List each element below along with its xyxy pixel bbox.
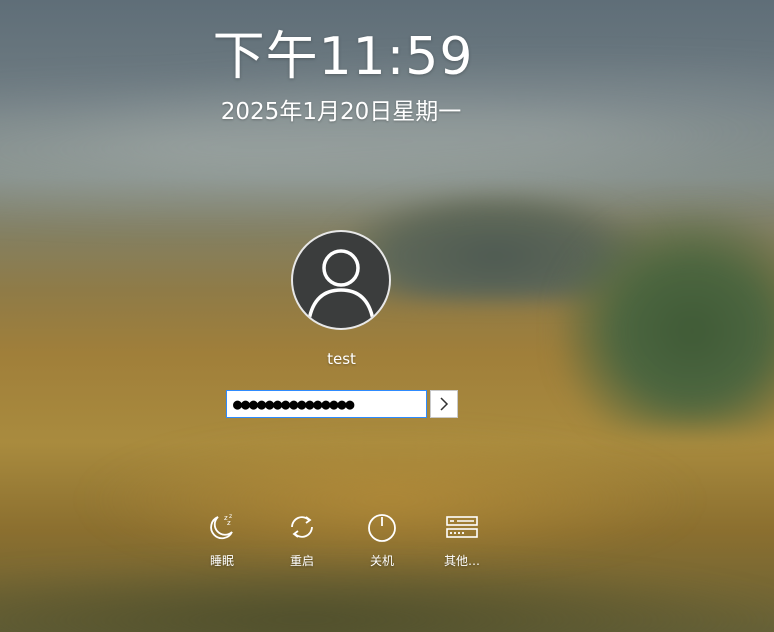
clock-time: 下午11:59 <box>212 27 474 87</box>
user-avatar-icon[interactable] <box>291 230 391 330</box>
clock-date: 2025年1月20日星期一 <box>220 99 462 125</box>
login-submit-button[interactable] <box>430 390 458 418</box>
background-trees <box>560 210 774 430</box>
username-label: test <box>327 350 356 368</box>
sleep-label: 睡眠 <box>209 554 234 568</box>
restart-label: 重启 <box>289 554 314 568</box>
other-options-icon <box>446 516 478 538</box>
restart-button[interactable]: 重启 <box>272 510 332 569</box>
login-screen: 下午11:59 2025年1月20日星期一 test z z z 睡眠 重启 <box>0 0 774 632</box>
shutdown-label: 关机 <box>369 554 394 568</box>
power-icon <box>368 514 396 542</box>
svg-text:z: z <box>227 519 231 527</box>
background-foreground <box>0 560 774 632</box>
password-input[interactable] <box>226 390 427 418</box>
other-options-button[interactable]: 其他… <box>432 510 492 569</box>
sleep-button[interactable]: z z z 睡眠 <box>192 510 252 569</box>
sleep-moon-icon: z z z <box>210 513 233 540</box>
restart-icon <box>291 516 313 538</box>
chevron-right-icon <box>440 397 449 411</box>
other-options-label: 其他… <box>443 554 480 568</box>
shutdown-button[interactable]: 关机 <box>352 510 412 569</box>
